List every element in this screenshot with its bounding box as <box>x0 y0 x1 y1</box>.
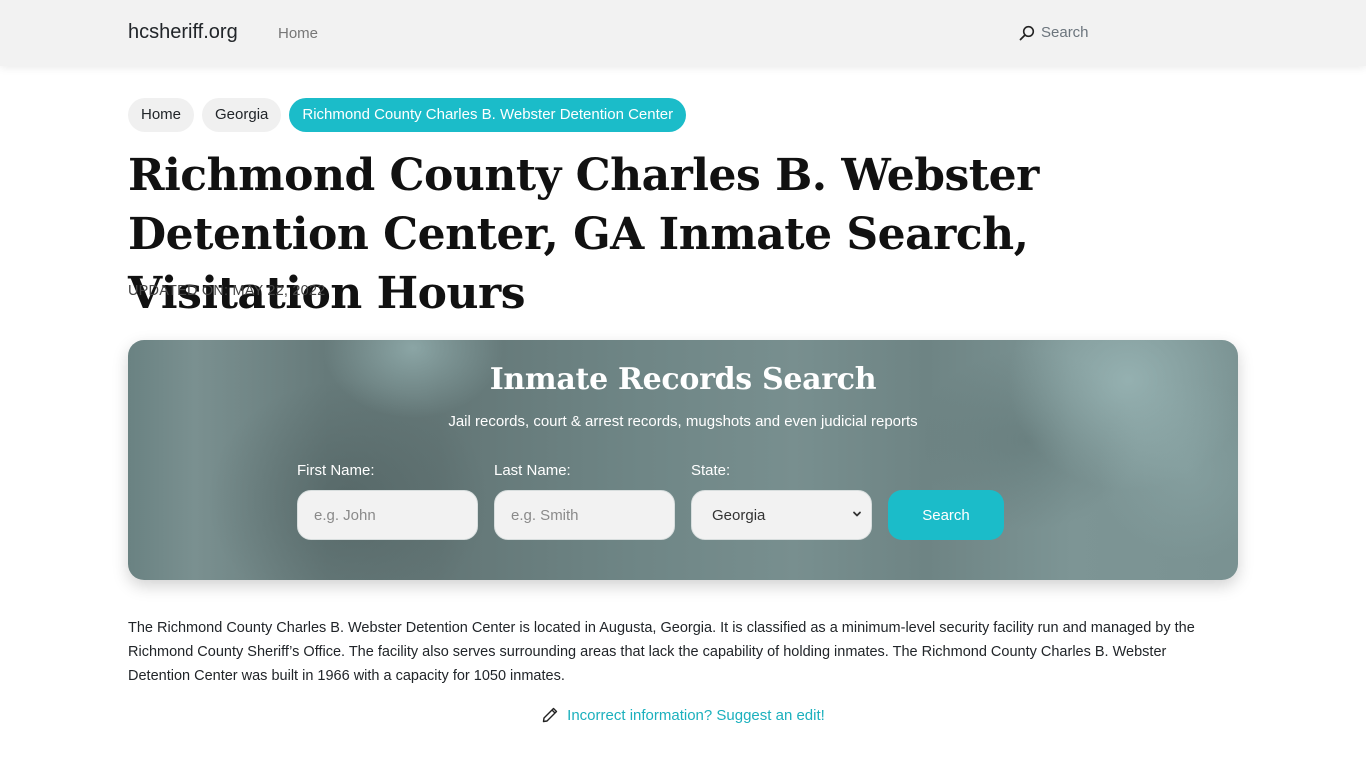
pencil-icon <box>542 707 558 723</box>
search-card-title: Inmate Records Search <box>489 362 877 397</box>
nav-search-label: Search <box>1041 24 1089 41</box>
last-name-input[interactable] <box>494 490 675 540</box>
breadcrumb: Home Georgia Richmond County Charles B. … <box>128 98 687 132</box>
search-card-subtitle: Jail records, court & arrest records, mu… <box>448 413 918 430</box>
nav-link-home[interactable]: Home <box>278 25 318 42</box>
suggest-edit: Incorrect information? Suggest an edit! <box>0 706 1366 724</box>
nav-search-button[interactable]: Search <box>1019 24 1089 41</box>
first-name-label: First Name: <box>297 462 375 479</box>
breadcrumb-home[interactable]: Home <box>128 98 195 132</box>
brand-logo-link[interactable]: hcsheriff.org <box>128 21 238 44</box>
search-icon <box>1019 25 1035 40</box>
state-label: State: <box>691 462 731 479</box>
facility-description: The Richmond County Charles B. Webster D… <box>128 620 1195 684</box>
last-name-label: Last Name: <box>494 462 571 479</box>
updated-date: UPDATED ON: MAY 22, 2022 <box>128 283 326 299</box>
inmate-search-card: Inmate Records Search Jail records, cour… <box>128 340 1238 580</box>
state-select-wrapper: Georgia <box>691 490 872 540</box>
breadcrumb-current-facility[interactable]: Richmond County Charles B. Webster Deten… <box>289 98 687 132</box>
navbar: hcsheriff.org Home Search <box>0 0 1366 66</box>
search-button[interactable]: Search <box>888 490 1004 540</box>
first-name-input[interactable] <box>297 490 478 540</box>
state-select[interactable]: Georgia <box>691 490 872 540</box>
suggest-edit-link[interactable]: Incorrect information? Suggest an edit! <box>567 707 825 724</box>
breadcrumb-georgia[interactable]: Georgia <box>202 98 282 132</box>
